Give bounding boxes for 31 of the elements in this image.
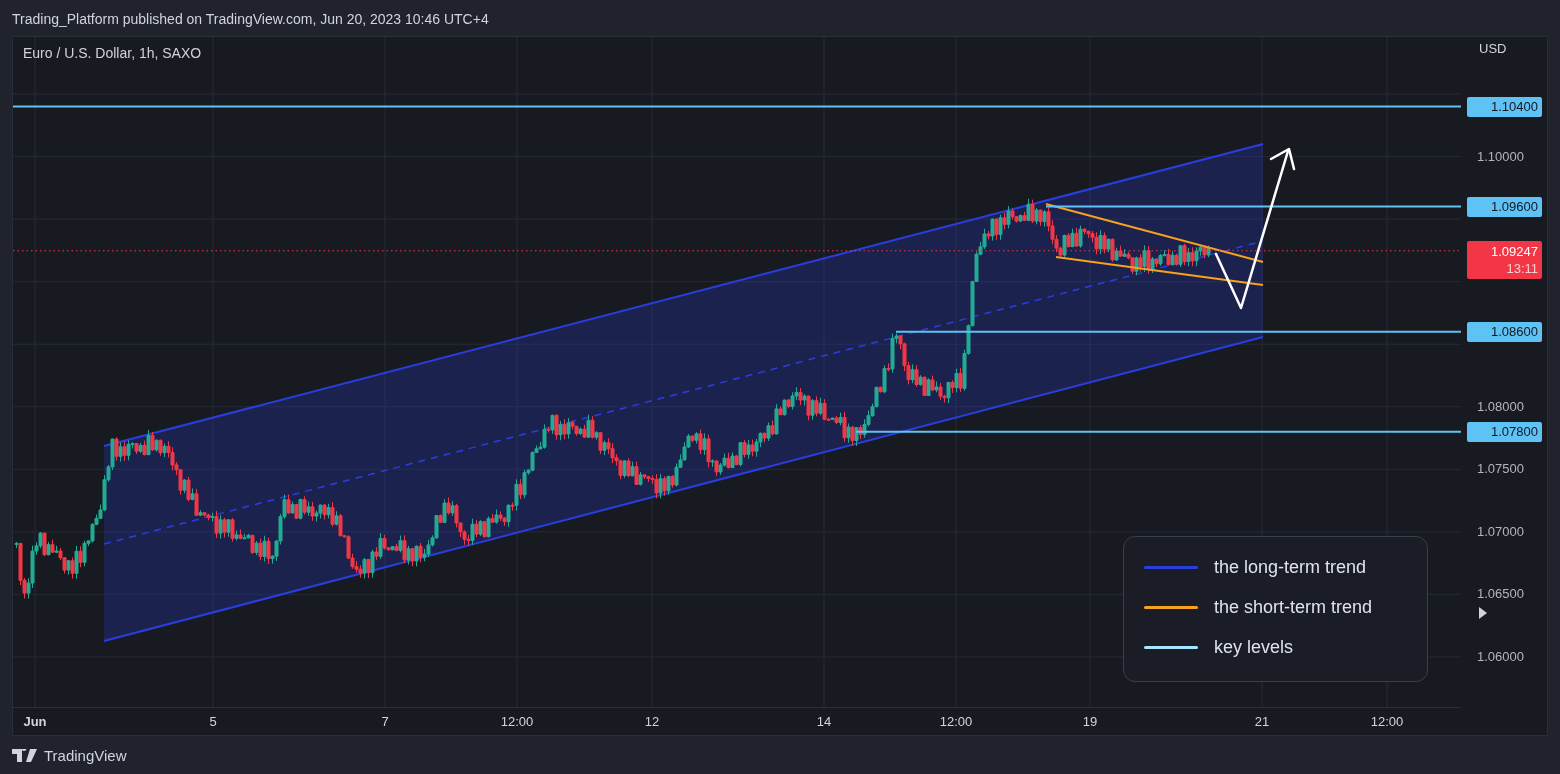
key-level-price-label: 1.09600	[1467, 196, 1542, 217]
time-tick-label: 12	[644, 714, 660, 729]
symbol-title: Euro / U.S. Dollar, 1h, SAXO	[23, 45, 202, 61]
time-tick-label: 7	[381, 714, 389, 729]
time-tick-label: 12:00	[500, 714, 534, 729]
key-level-price-label: 1.08600	[1467, 321, 1542, 342]
legend-label: key levels	[1214, 636, 1294, 658]
last-price-value: 1.09247	[1491, 242, 1538, 260]
key-level-price-label: 1.10400	[1467, 96, 1542, 117]
time-tick-label: Jun	[23, 714, 47, 729]
price-tick-label: 1.07500	[1477, 461, 1524, 477]
price-tick-label: 1.06500	[1477, 586, 1524, 602]
price-tick-label: 1.06000	[1477, 648, 1524, 664]
bar-countdown: 13:11	[1506, 259, 1538, 277]
legend-label: the short-term trend	[1214, 596, 1373, 618]
legend-label: the long-term trend	[1214, 556, 1367, 578]
time-tick-label: 21	[1254, 714, 1270, 729]
price-tick-label: 1.07000	[1477, 523, 1524, 539]
key-level-price-label: 1.07800	[1467, 421, 1542, 442]
currency-label: USD	[1479, 41, 1507, 56]
time-tick-label: 5	[209, 714, 217, 729]
publish-caption: Trading_Platform published on TradingView.com, Jun 20, 2023 10:46 UTC+4	[11, 10, 489, 29]
time-tick-label: 12:00	[1370, 714, 1404, 729]
caret-icon[interactable]	[1479, 607, 1487, 619]
time-tick-label: 19	[1082, 714, 1098, 729]
time-tick-label: 12:00	[939, 714, 973, 729]
price-tick-label: 1.10000	[1477, 148, 1524, 164]
brand-name: TradingView	[44, 746, 127, 764]
price-tick-label: 1.08000	[1477, 398, 1524, 414]
tradingview-logo-icon	[12, 748, 38, 762]
time-tick-label: 14	[816, 714, 832, 729]
